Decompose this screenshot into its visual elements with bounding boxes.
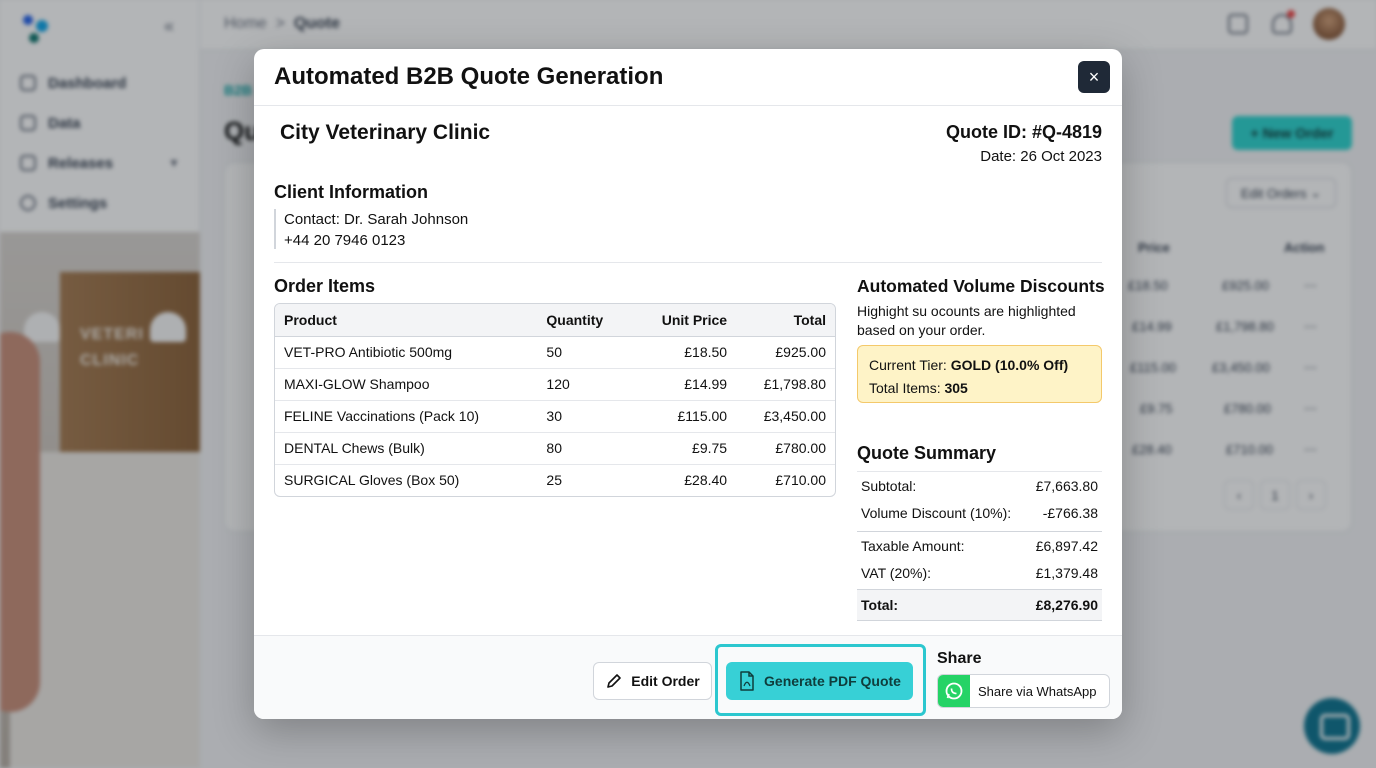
unit-price-cell: £115.00 [633,400,737,433]
pencil-icon [607,674,622,688]
total-cell: £1,798.80 [736,368,835,401]
modal-footer: Edit Order Generate PDF Quote Share Shar… [254,635,1122,719]
table-row: DENTAL Chews (Bulk) 80 £9.75 £780.00 [275,432,835,465]
unit-price-cell: £9.75 [633,432,737,465]
quantity-cell: 120 [537,368,634,401]
client-info-heading: Client Information [274,182,428,202]
divider [274,262,1102,263]
total-cell: £780.00 [736,432,835,465]
pdf-file-icon [740,671,754,691]
quote-id: Quote ID: #Q-4819 [945,122,1102,142]
close-button[interactable]: × [1078,61,1110,93]
generate-pdf-button[interactable]: Generate PDF Quote [726,662,913,700]
edit-order-button[interactable]: Edit Order [593,662,712,700]
table-row: VET-PRO Antibiotic 500mg 50 £18.50 £925.… [275,336,835,369]
order-items-heading: Order Items [274,276,376,296]
clinic-name: City Veterinary Clinic [280,121,491,144]
quote-summary-heading: Quote Summary [857,443,997,463]
client-contact: Contact: Dr. Sarah Johnson [284,211,469,228]
summary-row-vat: VAT (20%): £1,379.48 [861,565,1098,581]
client-phone: +44 20 7946 0123 [284,232,406,249]
product-cell: FELINE Vaccinations (Pack 10) [275,400,538,433]
quote-modal: Automated B2B Quote Generation × City Ve… [254,49,1122,719]
column-header-total: Total [736,304,835,337]
quote-date: Date: 26 Oct 2023 [980,148,1102,165]
close-icon: × [1088,66,1100,87]
summary-row-subtotal: Subtotal: £7,663.80 [857,471,1102,499]
column-header-unit-price: Unit Price [633,304,737,337]
product-cell: VET-PRO Antibiotic 500mg [275,336,538,369]
volume-discounts-heading: Automated Volume Discounts [857,276,1105,296]
table-row: MAXI-GLOW Shampoo 120 £14.99 £1,798.80 [275,368,835,401]
table-row: SURGICAL Gloves (Box 50) 25 £28.40 £710.… [275,464,835,496]
quantity-cell: 25 [546,472,562,489]
product-cell: DENTAL Chews (Bulk) [275,432,538,465]
client-info: Contact: Dr. Sarah Johnson +44 20 7946 0… [274,209,468,249]
discount-tier-box: Current Tier: GOLD (10.0% Off) Total Ite… [857,345,1102,403]
items-value: 305 [944,380,968,396]
quote-summary: Subtotal: £7,663.80 Volume Discount (10%… [857,471,1102,621]
whatsapp-icon [938,675,970,707]
quantity-cell: 50 [537,336,634,369]
volume-discounts-description: Highight su ocounts are highlighted base… [857,303,1076,338]
share-heading: Share [937,650,982,667]
unit-price-cell: £18.50 [633,336,737,369]
quantity-cell: 80 [537,432,634,465]
summary-row-taxable: Taxable Amount: £6,897.42 [857,531,1102,559]
modal-title: Automated B2B Quote Generation [274,63,664,90]
summary-row-total: Total: £8,276.90 [857,589,1102,621]
column-header-quantity: Quantity [537,304,634,337]
modal-header: Automated B2B Quote Generation × [254,49,1122,106]
product-cell: SURGICAL Gloves (Box 50) [284,472,460,489]
order-items-table: Product Quantity Unit Price Total VET-PR… [274,303,836,497]
table-header-row: Product Quantity Unit Price Total [275,304,835,337]
total-cell: £710.00 [775,472,826,489]
total-cell: £3,450.00 [736,400,835,433]
total-cell: £925.00 [736,336,835,369]
table-row: FELINE Vaccinations (Pack 10) 30 £115.00… [275,400,835,433]
unit-price-cell: £14.99 [633,368,737,401]
column-header-product: Product [275,304,538,337]
tier-label: Current Tier: [869,357,947,373]
unit-price-cell: £28.40 [684,472,728,489]
summary-row-discount: Volume Discount (10%): -£766.38 [861,505,1098,521]
quantity-cell: 30 [537,400,634,433]
product-cell: MAXI-GLOW Shampoo [275,368,538,401]
tier-value: GOLD (10.0% Off) [950,357,1069,373]
share-whatsapp-button[interactable]: Share via WhatsApp [937,674,1110,708]
items-label: Total Items: [869,380,941,396]
